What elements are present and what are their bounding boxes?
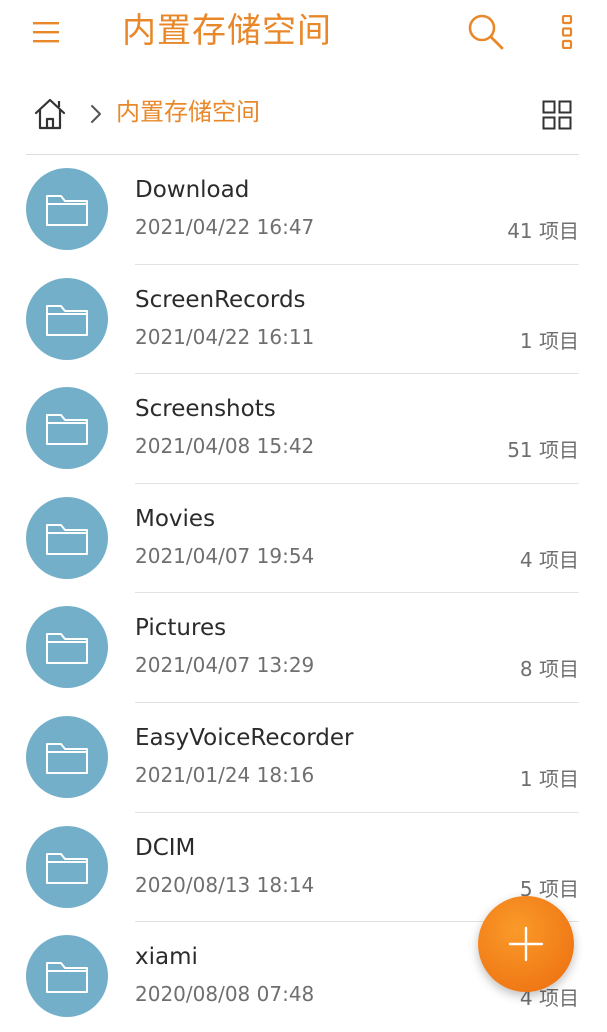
- folder-icon: [26, 935, 108, 1018]
- file-count: 51 项目: [507, 438, 579, 463]
- list-item[interactable]: Movies 2021/04/07 19:54 4 项目: [0, 484, 607, 594]
- folder-icon: [26, 825, 108, 908]
- file-date: 2021/04/22 16:47: [135, 215, 315, 239]
- folder-icon: [26, 496, 108, 579]
- more-options-button[interactable]: [548, 8, 586, 56]
- search-button[interactable]: [462, 8, 510, 56]
- file-name: Movies: [135, 505, 216, 532]
- plus-icon: [508, 926, 544, 962]
- file-name: EasyVoiceRecorder: [135, 724, 354, 751]
- breadcrumb: 内置存储空间: [0, 80, 607, 146]
- folder-icon: [26, 606, 108, 689]
- file-name: xiami: [135, 944, 198, 971]
- add-button[interactable]: [478, 896, 574, 992]
- file-date: 2021/04/08 15:42: [135, 434, 315, 459]
- search-icon: [468, 14, 504, 50]
- grid-view-icon: [542, 100, 572, 130]
- home-icon: [34, 98, 66, 130]
- more-vertical-icon: [561, 15, 573, 49]
- file-date: 2021/01/24 18:16: [135, 762, 315, 787]
- file-count: 8 项目: [519, 657, 579, 682]
- file-name: DCIM: [135, 834, 196, 861]
- folder-icon: [26, 715, 108, 798]
- menu-button[interactable]: [22, 10, 70, 54]
- file-name: Download: [135, 177, 250, 203]
- list-item[interactable]: Screenshots 2021/04/08 15:42 51 项目: [0, 374, 607, 484]
- file-count: 4 项目: [519, 547, 579, 572]
- file-count: 41 项目: [507, 219, 579, 243]
- hamburger-menu-icon: [33, 22, 59, 43]
- file-name: ScreenRecords: [135, 286, 306, 313]
- folder-icon: [26, 277, 108, 360]
- list-item[interactable]: ScreenRecords 2021/04/22 16:11 1 项目: [0, 265, 607, 375]
- list-item[interactable]: Download 2021/04/22 16:47 41 项目: [0, 155, 607, 265]
- app-bar: 内置存储空间: [0, 0, 607, 64]
- list-item[interactable]: EasyVoiceRecorder 2021/01/24 18:16 1 项目: [0, 703, 607, 813]
- file-count: 1 项目: [519, 328, 579, 353]
- file-date: 2021/04/22 16:11: [135, 324, 315, 349]
- file-date: 2020/08/08 07:48: [135, 982, 315, 1007]
- file-date: 2020/08/13 18:14: [135, 872, 315, 897]
- grid-view-button[interactable]: [536, 94, 578, 136]
- list-item[interactable]: Pictures 2021/04/07 13:29 8 项目: [0, 593, 607, 703]
- file-name: Screenshots: [135, 396, 276, 423]
- file-date: 2021/04/07 19:54: [135, 543, 315, 568]
- page-title: 内置存储空间: [122, 11, 332, 51]
- folder-icon: [26, 168, 108, 250]
- folder-icon: [26, 387, 108, 470]
- breadcrumb-current[interactable]: 内置存储空间: [116, 94, 260, 130]
- file-name: Pictures: [135, 615, 227, 642]
- file-date: 2021/04/07 13:29: [135, 653, 315, 678]
- home-button[interactable]: [28, 94, 72, 134]
- chevron-right-icon: [86, 100, 106, 128]
- file-count: 1 项目: [519, 766, 579, 791]
